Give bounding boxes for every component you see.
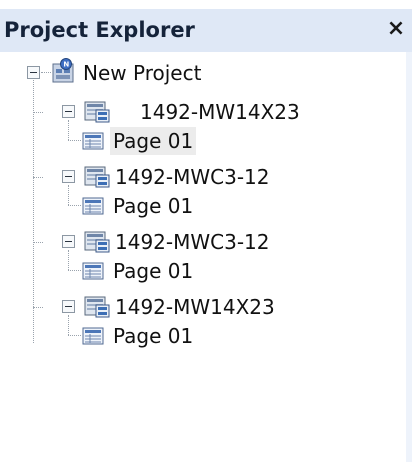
tree-node-label: Page 01 (113, 194, 194, 218)
tree-node-label: 1492-MW14X23 (140, 100, 300, 124)
tree-node-page[interactable]: Page 01 (0, 190, 400, 224)
tree-node-label: 1492-MWC3-12 (115, 230, 270, 254)
tree-node-page[interactable]: Page 01 (0, 125, 400, 159)
page-icon (82, 132, 104, 154)
tree-node-label: 1492-MW14X23 (115, 295, 275, 319)
device-icon (84, 294, 110, 322)
tree-node-label: 1492-MWC3-12 (115, 165, 270, 189)
page-icon (82, 262, 104, 284)
device-icon (84, 229, 110, 257)
collapse-icon[interactable] (62, 235, 75, 248)
device-icon (84, 164, 110, 192)
tree-node-label: New Project (83, 61, 202, 85)
collapse-icon[interactable] (62, 300, 75, 313)
collapse-icon[interactable] (27, 66, 40, 79)
collapse-icon[interactable] (62, 170, 75, 183)
page-icon (82, 197, 104, 219)
project-icon: N (51, 58, 75, 88)
project-explorer-panel: Project Explorer × N New Project 1492-MW… (0, 0, 412, 462)
top-strip (0, 0, 412, 9)
svg-text:N: N (63, 61, 69, 69)
tree-node-label: Page 01 (113, 324, 194, 348)
project-tree: N New Project 1492-MW14X23 Page 01 1492-… (0, 52, 406, 462)
tree-node-page[interactable]: Page 01 (0, 320, 400, 354)
device-icon (84, 99, 110, 127)
panel-edge (406, 52, 412, 462)
tree-node-root[interactable]: N New Project (0, 57, 300, 91)
panel-header: Project Explorer × (0, 9, 412, 52)
tree-node-label: Page 01 (113, 259, 194, 283)
collapse-icon[interactable] (62, 105, 75, 118)
page-icon (82, 327, 104, 349)
tree-node-page[interactable]: Page 01 (0, 255, 400, 289)
panel-title: Project Explorer (4, 18, 195, 42)
tree-node-label-selected: Page 01 (110, 127, 197, 155)
close-icon[interactable]: × (384, 16, 408, 42)
